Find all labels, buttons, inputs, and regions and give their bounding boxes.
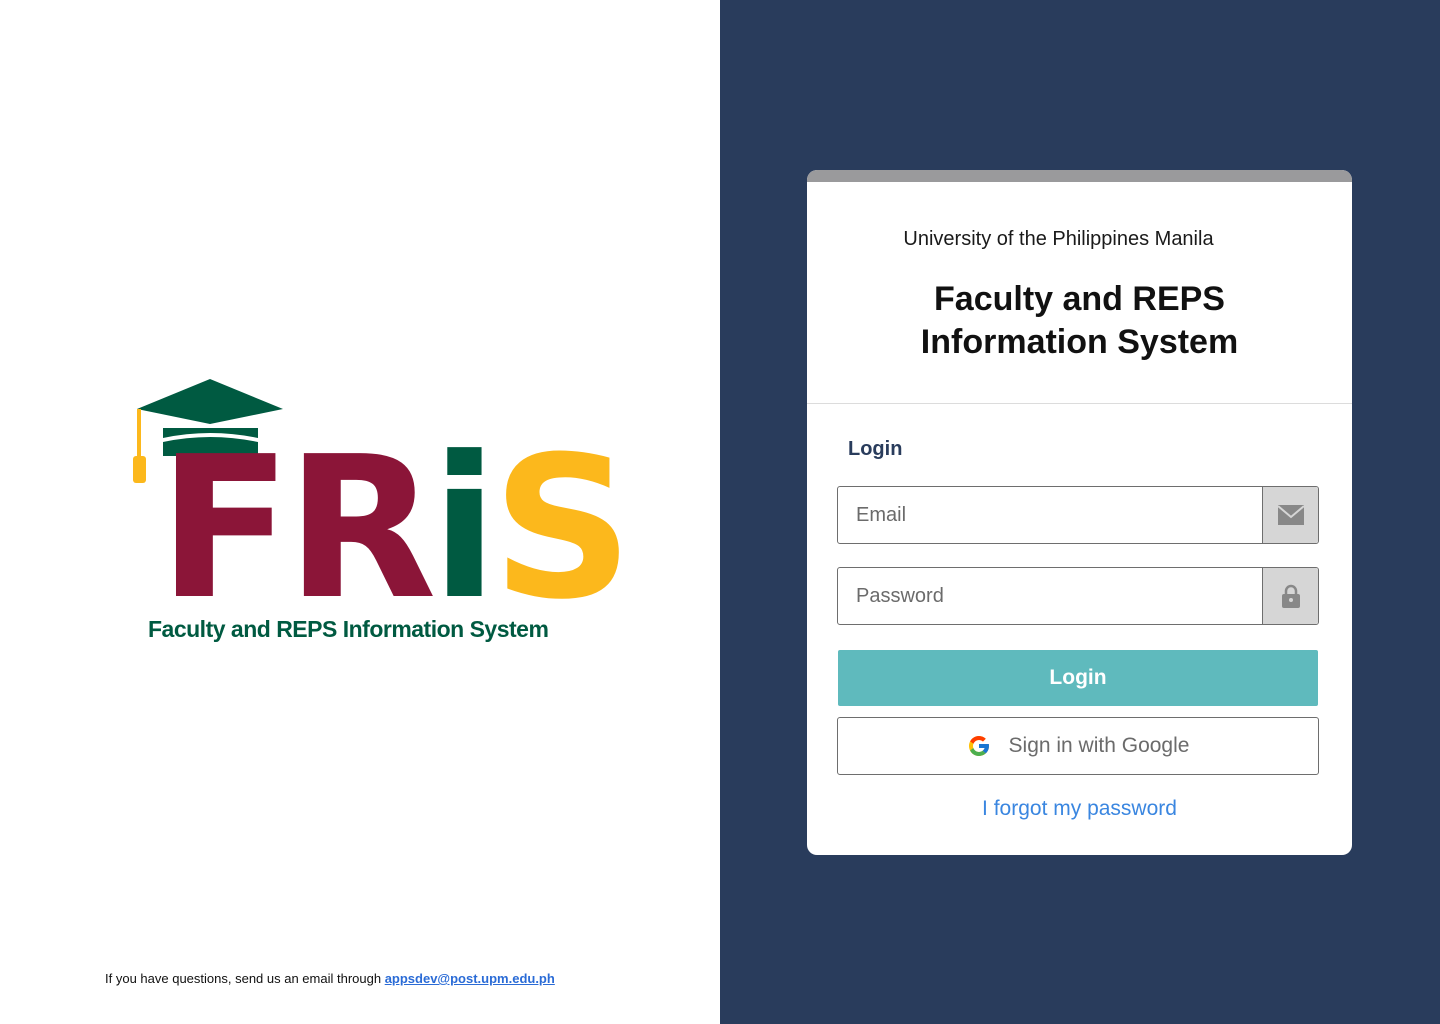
card-top-bar (807, 170, 1352, 182)
google-icon (968, 736, 989, 756)
logo-letter-i: i (430, 415, 498, 643)
footer-text: If you have questions, send us an email … (105, 971, 385, 986)
left-panel: FRiS Faculty and REPS Information System… (0, 0, 720, 1024)
footer-note: If you have questions, send us an email … (105, 971, 555, 986)
logo-wordmark: FRiS (158, 431, 633, 627)
card-divider (807, 403, 1352, 404)
login-card: University of the Philippines Manila Fac… (807, 170, 1352, 855)
google-signin-button[interactable]: Sign in with Google (837, 717, 1319, 775)
envelope-icon (1262, 487, 1318, 543)
logo-subtitle: Faculty and REPS Information System (148, 616, 549, 642)
lock-icon (1262, 568, 1318, 624)
google-signin-label: Sign in with Google (1008, 734, 1190, 757)
fris-logo: FRiS Faculty and REPS Information System (130, 376, 633, 646)
login-button[interactable]: Login (838, 650, 1318, 706)
email-input[interactable] (838, 487, 1262, 543)
email-field (837, 486, 1319, 544)
forgot-password-link[interactable]: I forgot my password (807, 797, 1352, 821)
password-field (837, 567, 1319, 625)
logo-letter-f: F (158, 415, 292, 643)
system-title-line1: Faculty and REPS (934, 280, 1225, 318)
system-title: Faculty and REPS Information System (807, 278, 1352, 364)
system-title-line2: Information System (920, 323, 1239, 361)
password-input[interactable] (838, 568, 1262, 624)
logo-letter-s: S (492, 415, 633, 643)
university-name: University of the Philippines Manila (903, 228, 1214, 250)
logo-letter-r: R (285, 415, 437, 643)
login-heading: Login (848, 438, 903, 460)
support-email-link[interactable]: appsdev@post.upm.edu.ph (385, 971, 555, 986)
